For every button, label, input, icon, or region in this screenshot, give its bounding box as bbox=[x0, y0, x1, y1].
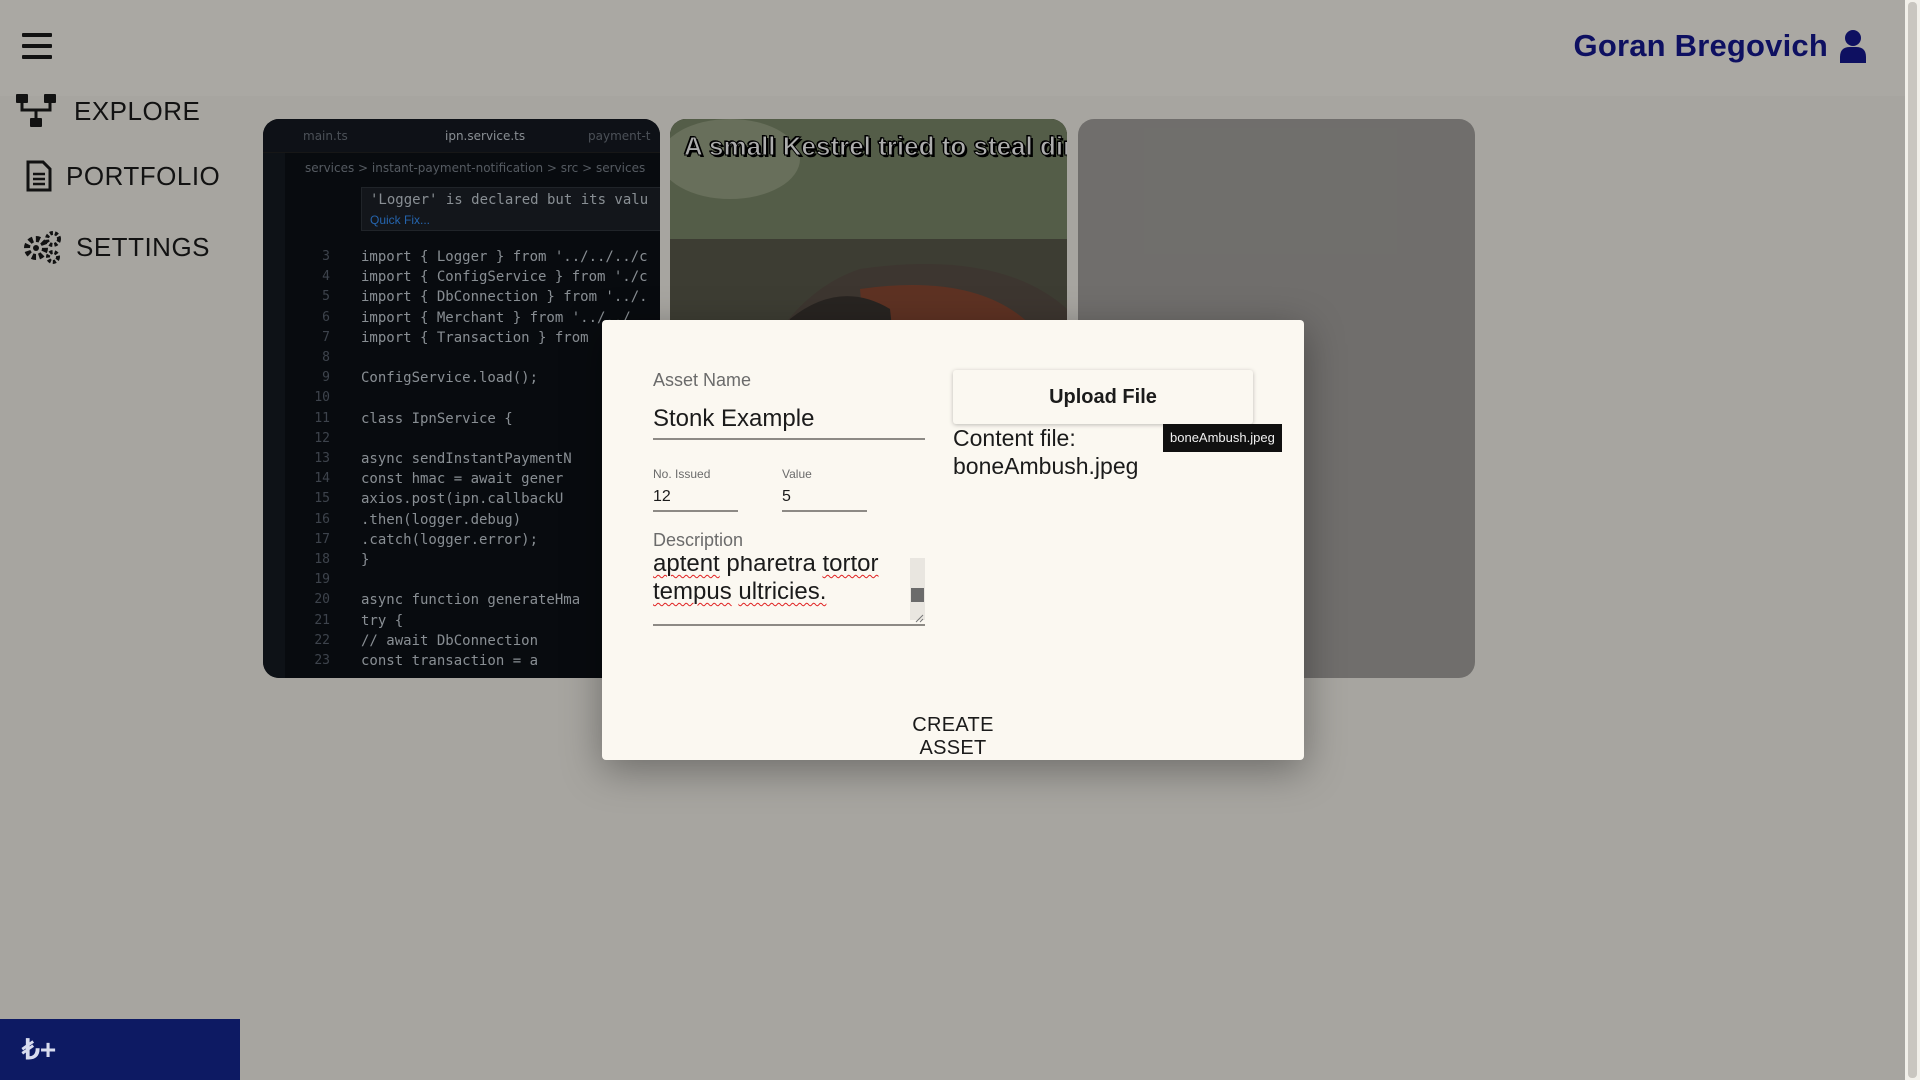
description-label: Description bbox=[653, 530, 744, 550]
lira-plus-icon: ₺+ bbox=[22, 1034, 57, 1065]
page-scrollbar[interactable] bbox=[1905, 0, 1920, 1080]
description-word: tortor bbox=[822, 556, 879, 577]
description-word: tempus bbox=[653, 578, 732, 605]
value-label: Value bbox=[782, 467, 812, 481]
description-text: aptent pharetra tortor tempus ultricies. bbox=[653, 556, 903, 606]
description-word: pharetra bbox=[726, 556, 816, 577]
description-scrollbar[interactable] bbox=[910, 558, 925, 620]
value-input[interactable] bbox=[782, 484, 867, 512]
upload-file-button[interactable]: Upload File bbox=[953, 370, 1253, 424]
asset-name-label: Asset Name bbox=[653, 370, 752, 390]
filename-tooltip: boneAmbush.jpeg bbox=[1163, 424, 1282, 452]
issued-label: No. Issued bbox=[653, 467, 711, 481]
content-file-name: boneAmbush.jpeg bbox=[953, 453, 1139, 479]
create-asset-dialog: Asset Name No. Issued Value Description … bbox=[602, 320, 1304, 760]
description-scrollbar-thumb[interactable] bbox=[911, 588, 924, 602]
asset-name-input[interactable] bbox=[653, 400, 925, 440]
scrollbar-thumb[interactable] bbox=[1908, 2, 1917, 1078]
content-file-info: Content file: boneAmbush.jpeg bbox=[953, 424, 1138, 480]
issued-input[interactable] bbox=[653, 484, 738, 512]
description-word: aptent bbox=[653, 556, 720, 577]
create-asset-button[interactable]: CREATE ASSET bbox=[878, 714, 1028, 759]
resize-grip-icon[interactable] bbox=[914, 613, 924, 623]
description-word: ultricies. bbox=[738, 578, 827, 605]
create-asset-fab[interactable]: ₺+ bbox=[0, 1019, 240, 1080]
content-file-prefix: Content file: bbox=[953, 425, 1076, 451]
description-textarea[interactable]: aptent pharetra tortor tempus ultricies. bbox=[653, 556, 925, 626]
